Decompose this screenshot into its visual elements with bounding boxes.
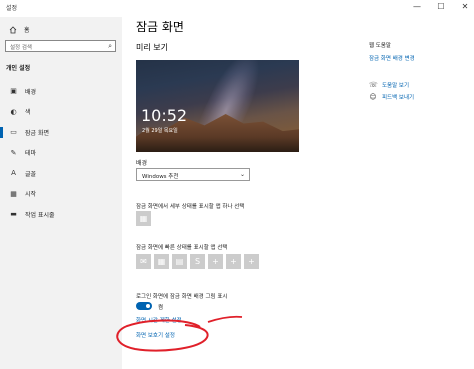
mail-icon: ✉ — [140, 257, 147, 266]
plus-icon: + — [248, 257, 255, 266]
palette-icon: ◐ — [10, 107, 17, 116]
taskbar-icon: ▬ — [10, 210, 17, 219]
toggle-state: 켬 — [158, 305, 164, 311]
get-help-link[interactable]: ☏ 도움말 보기 — [369, 81, 409, 89]
get-help-label: 도움말 보기 — [382, 83, 410, 89]
detail-status-label: 잠금 화면에서 세부 상태를 표시할 앱 하나 선택 — [136, 204, 245, 210]
preview-date: 2월 29일 목요일 — [142, 128, 178, 134]
feedback-label: 피드백 보내기 — [382, 95, 415, 101]
help-icon: ☏ — [369, 81, 378, 89]
sidebar-nav: ▣ 배경 ◐ 색 ▭ 잠금 화면 ✎ 테마 A 글꼴 ▦ 시작 ▬ 작업 표시줄 — [0, 81, 122, 225]
window-controls: — ☐ ✕ — [412, 2, 470, 12]
signin-background-label: 로그인 화면에 잠금 화면 배경 그림 표시 — [136, 294, 228, 300]
screen-timeout-link[interactable]: 화면 시간 제한 설정 — [136, 316, 182, 324]
sidebar-item-colors[interactable]: ◐ 색 — [0, 102, 122, 123]
font-icon: A — [11, 169, 16, 178]
web-help-title: 웹 도움말 — [369, 43, 391, 49]
detail-status-apps: ▦ — [136, 211, 151, 226]
section-title: 개인 설정 — [6, 65, 31, 72]
sidebar: 홈 설정 검색 ⌕ 개인 설정 ▣ 배경 ◐ 색 ▭ 잠금 화면 ✎ 테마 A … — [0, 17, 122, 369]
calendar-app-tile[interactable]: ▦ — [154, 254, 169, 269]
mail-app-tile[interactable]: ✉ — [136, 254, 151, 269]
home-icon — [9, 25, 17, 33]
minimize-button[interactable]: — — [412, 2, 422, 12]
lock-screen-icon: ▭ — [10, 128, 17, 137]
quick-status-label: 잠금 화면에 빠른 상태를 표시할 앱 선택 — [136, 245, 228, 251]
calendar-app-tile[interactable]: ▦ — [136, 211, 151, 226]
home-link[interactable]: 홈 — [9, 25, 30, 34]
sidebar-item-start[interactable]: ▦ 시작 — [0, 184, 122, 205]
maximize-button[interactable]: ☐ — [436, 2, 446, 12]
search-placeholder: 설정 검색 — [10, 45, 32, 51]
sidebar-item-label: 글꼴 — [25, 170, 37, 178]
web-help-link[interactable]: 잠금 화면 배경 변경 — [369, 54, 415, 62]
start-icon: ▦ — [10, 189, 17, 198]
plus-icon: + — [212, 257, 219, 266]
plus-icon: + — [230, 257, 237, 266]
sidebar-item-taskbar[interactable]: ▬ 작업 표시줄 — [0, 204, 122, 225]
page-title: 잠금 화면 — [136, 20, 184, 34]
sidebar-item-label: 배경 — [25, 88, 37, 96]
sidebar-item-fonts[interactable]: A 글꼴 — [0, 163, 122, 184]
skype-app-tile[interactable]: S — [190, 254, 205, 269]
sidebar-item-label: 시작 — [25, 191, 37, 199]
feedback-link[interactable]: ☺ 피드백 보내기 — [369, 93, 414, 101]
store-icon: ▤ — [175, 257, 184, 266]
close-button[interactable]: ✕ — [460, 2, 470, 12]
sidebar-item-lock-screen[interactable]: ▭ 잠금 화면 — [0, 122, 122, 143]
window-title: 설정 — [6, 5, 18, 12]
chevron-down-icon: ⌄ — [239, 171, 245, 178]
sidebar-item-themes[interactable]: ✎ 테마 — [0, 143, 122, 164]
sidebar-item-label: 잠금 화면 — [25, 129, 49, 137]
calendar-icon: ▦ — [157, 257, 166, 266]
background-value: Windows 추천 — [142, 174, 179, 180]
signin-background-toggle[interactable] — [136, 302, 152, 310]
sidebar-item-background[interactable]: ▣ 배경 — [0, 81, 122, 102]
quick-status-apps: ✉ ▦ ▤ S + + + — [136, 254, 259, 269]
help-panel: 웹 도움말 잠금 화면 배경 변경 ☏ 도움말 보기 ☺ 피드백 보내기 — [369, 17, 469, 369]
add-app-tile[interactable]: + — [226, 254, 241, 269]
calendar-icon: ▦ — [139, 214, 148, 223]
title-bar: 설정 — ☐ ✕ — [0, 0, 474, 17]
search-icon: ⌕ — [108, 42, 112, 50]
add-app-tile[interactable]: + — [208, 254, 223, 269]
skype-icon: S — [194, 257, 201, 266]
home-label: 홈 — [24, 27, 30, 34]
search-input[interactable]: 설정 검색 ⌕ — [5, 40, 116, 52]
preview-time: 10:52 — [141, 106, 188, 125]
preview-label: 미리 보기 — [136, 43, 168, 52]
sidebar-item-label: 색 — [25, 109, 31, 117]
lock-screen-preview: 10:52 2월 29일 목요일 — [136, 60, 299, 152]
sidebar-item-label: 작업 표시줄 — [25, 211, 55, 219]
background-dropdown[interactable]: Windows 추천 ⌄ — [136, 168, 250, 181]
image-icon: ▣ — [10, 87, 17, 96]
screensaver-link[interactable]: 화면 보호기 설정 — [136, 331, 175, 339]
add-app-tile[interactable]: + — [244, 254, 259, 269]
background-label: 배경 — [136, 160, 148, 167]
store-app-tile[interactable]: ▤ — [172, 254, 187, 269]
feedback-icon: ☺ — [369, 93, 377, 101]
brush-icon: ✎ — [10, 148, 17, 157]
sidebar-item-label: 테마 — [25, 150, 37, 158]
main-content: 잠금 화면 미리 보기 10:52 2월 29일 목요일 배경 Windows … — [136, 17, 336, 369]
